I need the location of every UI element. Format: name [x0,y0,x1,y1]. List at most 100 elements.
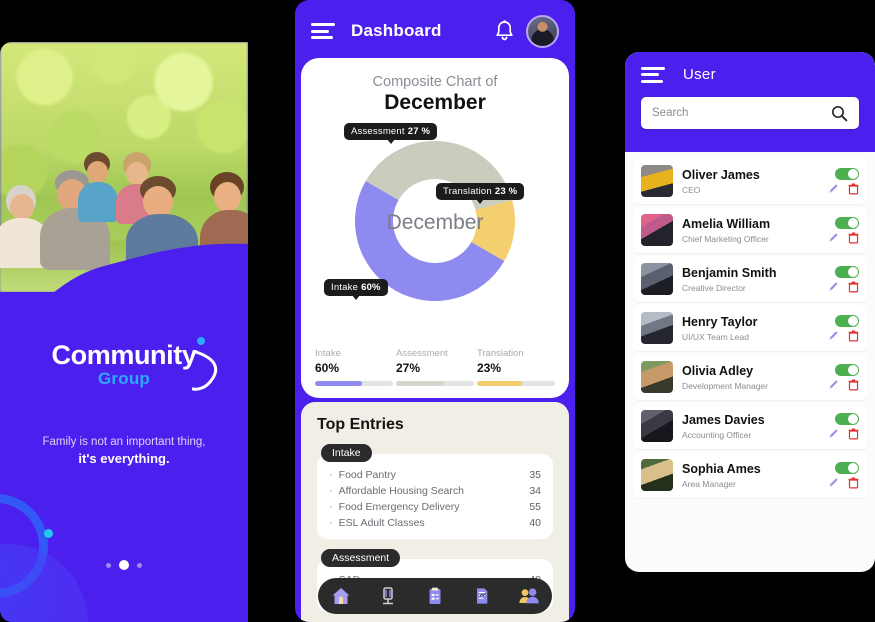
status-toggle[interactable] [835,167,859,180]
search-icon[interactable] [831,105,848,122]
bell-icon[interactable] [495,20,514,42]
carousel-dot-1[interactable] [106,562,111,568]
avatar [641,263,673,295]
page-title: Dashboard [351,21,442,40]
row-actions [828,314,859,342]
entry-name: Food Emergency Delivery [338,501,460,513]
brand-block: Community Group Family is not an importa… [0,337,248,466]
carousel-dots[interactable] [0,560,248,570]
chart-month-title: December [384,91,486,114]
photo-child-face [87,161,108,183]
stat-value: 60% [315,361,340,375]
row-actions [828,461,859,489]
table-row[interactable]: Oliver James CEO [633,158,867,205]
entry-value: 55 [529,501,541,513]
user-role: Creative Director [682,282,746,293]
row-action-icons [828,379,859,391]
entry-group-intake: · Food Pantry 35 · Affordable Housing Se… [317,454,553,539]
photo-person-face [10,194,34,220]
chart-subtitle: Composite Chart of [372,74,498,90]
bullet-icon: · [329,500,333,513]
trash-icon[interactable] [848,330,859,342]
trash-icon[interactable] [848,281,859,293]
user-name: Henry Taylor [682,314,758,329]
stat-translation: Translation 23% [477,348,555,386]
entry-row[interactable]: · ESL Adult Classes 40 [329,515,541,531]
table-row[interactable]: Benjamin Smith Creative Director [633,256,867,303]
user-info: Sophia Ames Area Manager [682,462,828,489]
user-info: Oliver James CEO [682,168,828,195]
row-action-icons [828,477,859,489]
user-name: Oliver James [682,167,760,182]
bullet-icon: · [329,484,333,497]
decorative-blob [0,544,88,622]
splash-wave-divider [0,243,248,342]
pencil-icon[interactable] [828,379,839,390]
status-toggle[interactable] [835,216,859,229]
top-entries-title: Top Entries [317,416,404,433]
user-name: Amelia William [682,216,771,231]
pencil-icon[interactable] [828,330,839,341]
status-toggle[interactable] [835,363,859,376]
trash-icon[interactable] [848,477,859,489]
user-name: James Davies [682,412,765,427]
stat-value: 23% [477,361,502,375]
photo-person-face [214,182,241,212]
tooltip-translation: Translation 23 % [436,183,525,204]
entry-name: Affordable Housing Search [338,485,464,497]
avatar[interactable] [526,14,559,48]
dashboard-panel: Dashboard Composite Chart of December De… [295,0,575,622]
table-row[interactable]: Sophia Ames Area Manager [633,452,867,499]
user-name: Olivia Adley [682,363,754,378]
table-row[interactable]: Olivia Adley Development Manager [633,354,867,401]
pencil-icon[interactable] [828,281,839,292]
carousel-dot-3[interactable] [137,562,142,568]
nav-report-icon[interactable] [469,583,495,609]
avatar [641,361,673,393]
tooltip-intake: Intake 60% [324,279,388,300]
nav-people-icon[interactable] [516,583,542,609]
nav-analytics-icon[interactable] [375,583,401,609]
entry-row[interactable]: · Affordable Housing Search 34 [329,483,541,499]
status-toggle[interactable] [835,461,859,474]
trash-icon[interactable] [848,379,859,391]
status-toggle[interactable] [835,265,859,278]
entry-row[interactable]: · Food Pantry 35 [329,467,541,483]
status-toggle[interactable] [835,412,859,425]
user-name: Benjamin Smith [682,265,777,280]
hamburger-icon[interactable] [311,23,335,39]
nav-home-icon[interactable] [328,583,354,609]
trash-icon[interactable] [848,232,859,244]
avatar [641,410,673,442]
search-input[interactable] [652,107,831,119]
nav-clipboard-icon[interactable] [422,583,448,609]
pencil-icon[interactable] [828,183,839,194]
trash-icon[interactable] [848,428,859,440]
user-info: James Davies Accounting Officer [682,413,828,440]
dashboard-header: Dashboard [295,0,575,62]
search-box[interactable] [641,97,859,129]
user-name: Sophia Ames [682,461,761,476]
bottom-navigation-bar [318,578,552,614]
pencil-icon[interactable] [828,428,839,439]
status-toggle[interactable] [835,314,859,327]
entry-name: ESL Adult Classes [338,517,425,529]
user-role: UI/UX Team Lead [682,331,749,342]
row-action-icons [828,183,859,195]
chart-legend-stats: Intake 60% Assessment 27% Translation 23… [315,348,555,386]
hamburger-icon[interactable] [641,66,665,83]
table-row[interactable]: James Davies Accounting Officer [633,403,867,450]
stat-label: Intake [315,348,341,359]
avatar [641,459,673,491]
entry-row[interactable]: · Food Emergency Delivery 55 [329,499,541,515]
composite-chart-card: Composite Chart of December December Ass… [301,58,569,398]
stat-label: Translation [477,348,524,359]
user-info: Amelia William Chief Marketing Officer [682,217,828,244]
pencil-icon[interactable] [828,477,839,488]
carousel-dot-2[interactable] [119,560,129,570]
stat-assessment: Assessment 27% [396,348,474,386]
trash-icon[interactable] [848,183,859,195]
table-row[interactable]: Henry Taylor UI/UX Team Lead [633,305,867,352]
table-row[interactable]: Amelia William Chief Marketing Officer [633,207,867,254]
pencil-icon[interactable] [828,232,839,243]
